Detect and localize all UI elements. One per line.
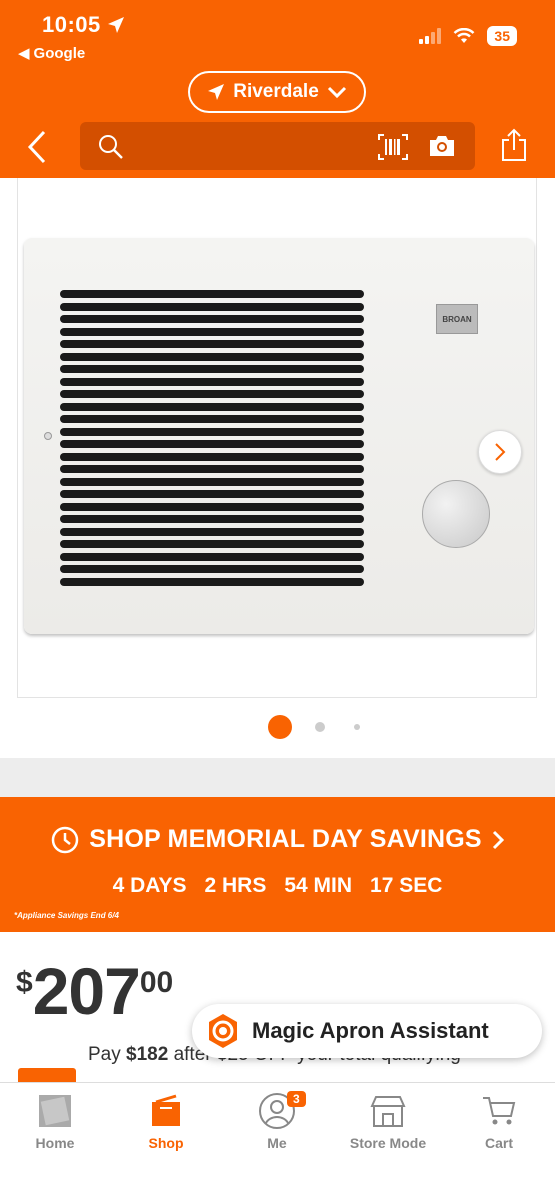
chevron-right-icon [495, 443, 506, 461]
tab-home[interactable]: Home [5, 1091, 105, 1151]
product-image-gallery: BROAN [0, 178, 555, 758]
pagination-dot[interactable] [315, 722, 325, 732]
status-time: 10:05 [42, 12, 125, 38]
share-icon[interactable] [500, 128, 528, 162]
tab-me-label: Me [267, 1135, 287, 1151]
store-location-selector[interactable]: Riverdale [188, 71, 366, 113]
memorial-day-promo-banner[interactable]: SHOP MEMORIAL DAY SAVINGS 4 DAYS 2 HRS 5… [0, 797, 555, 932]
location-arrow-icon [208, 84, 225, 100]
status-time-text: 10:05 [42, 12, 101, 37]
cellular-signal-icon [419, 28, 442, 44]
countdown-days: 4 DAYS [112, 874, 187, 897]
countdown-minutes: 54 MIN [284, 874, 353, 897]
heater-screw [44, 432, 52, 440]
brand-plate: BROAN [436, 304, 478, 334]
search-icon [99, 135, 123, 159]
chevron-right-icon [492, 830, 504, 849]
store-icon [370, 1096, 406, 1127]
price-currency: $ [16, 966, 33, 999]
thermostat-knob [422, 480, 490, 548]
notification-badge: 3 [287, 1091, 306, 1107]
battery-indicator: 35 [487, 26, 517, 46]
countdown-hours: 2 HRS [204, 874, 267, 897]
pagination-dot[interactable] [354, 724, 360, 730]
app-header: 10:05 ◀ Google 35 Riverdale [0, 0, 555, 178]
barcode-scanner-icon[interactable] [378, 134, 408, 160]
cart-icon [483, 1097, 516, 1125]
tab-me[interactable]: 3 Me [227, 1091, 327, 1151]
promo-title: SHOP MEMORIAL DAY SAVINGS [0, 825, 555, 854]
back-triangle-icon: ◀ [18, 45, 30, 62]
pagination-dot-active[interactable] [268, 715, 292, 739]
tab-home-label: Home [35, 1135, 75, 1151]
location-arrow-icon [107, 17, 124, 33]
wifi-icon [454, 28, 475, 43]
next-image-button[interactable] [478, 430, 522, 474]
offer-prefix: Pay [88, 1044, 127, 1065]
magic-apron-assistant-button[interactable]: Magic Apron Assistant [192, 1004, 542, 1058]
promo-countdown: 4 DAYS 2 HRS 54 MIN 17 SEC [0, 874, 555, 898]
countdown-seconds: 17 SEC [370, 874, 443, 897]
heater-grille [60, 290, 364, 590]
tab-shop[interactable]: Shop [116, 1091, 216, 1151]
tab-cart[interactable]: Cart [449, 1091, 549, 1151]
back-to-google[interactable]: ◀ Google [18, 44, 86, 63]
status-indicators: 35 [419, 26, 517, 46]
bottom-tab-bar: Home Shop 3 Me Store Mode Cart [0, 1082, 555, 1200]
tab-shop-label: Shop [148, 1135, 184, 1151]
assistant-label: Magic Apron Assistant [252, 1018, 489, 1043]
magic-apron-logo-icon [209, 1014, 237, 1048]
search-input[interactable] [80, 122, 475, 170]
tab-store-mode[interactable]: Store Mode [338, 1091, 438, 1151]
chevron-down-icon [327, 86, 346, 99]
store-location-label: Riverdale [233, 81, 319, 102]
camera-icon[interactable] [428, 134, 456, 158]
price-dollars: 207 [32, 954, 141, 1028]
back-chevron-icon[interactable] [24, 128, 54, 166]
price-cents: 00 [139, 966, 174, 999]
product-price: $ 207 00 [16, 958, 173, 1024]
tab-store-mode-label: Store Mode [349, 1135, 427, 1151]
home-depot-logo-icon [39, 1095, 71, 1127]
tab-cart-label: Cart [484, 1135, 513, 1151]
clock-icon [51, 826, 79, 853]
promo-title-text: SHOP MEMORIAL DAY SAVINGS [89, 825, 482, 853]
offer-amount: $182 [126, 1044, 169, 1065]
shop-bag-icon [152, 1094, 180, 1126]
back-app-label: Google [33, 44, 86, 62]
price-section: $ 207 00 Pay $182 after $25 OFF your tot… [0, 932, 555, 1092]
wall-heater-image: BROAN [24, 238, 534, 634]
product-image-frame[interactable]: BROAN [17, 178, 537, 698]
promo-footnote: *Appliance Savings End 6/4 [14, 911, 119, 920]
